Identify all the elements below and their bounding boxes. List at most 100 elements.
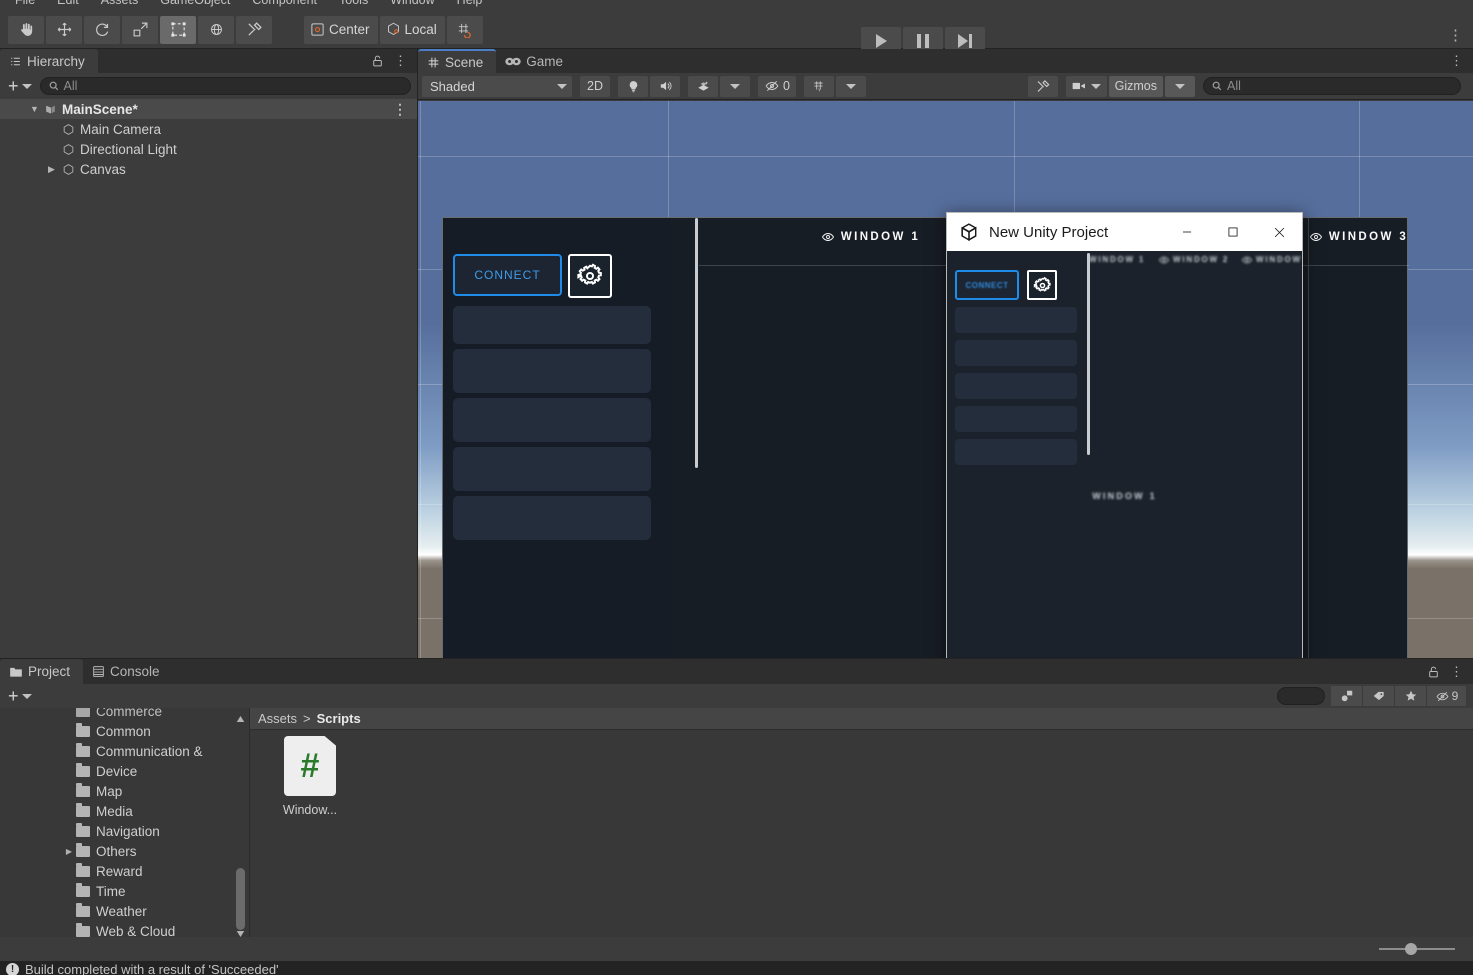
folder-item-device[interactable]: Device bbox=[0, 761, 249, 781]
slider-knob[interactable] bbox=[1405, 943, 1417, 955]
toggle-lighting-button[interactable] bbox=[618, 75, 648, 97]
chevron-right-icon[interactable]: ▶ bbox=[62, 847, 76, 856]
scene-overflow-menu[interactable]: ⋮ bbox=[1450, 54, 1463, 67]
camera-settings-button[interactable] bbox=[1065, 75, 1107, 97]
hand-tool-button[interactable] bbox=[8, 15, 44, 44]
scroll-down-arrow[interactable] bbox=[236, 925, 245, 937]
fx-dropdown-button[interactable] bbox=[720, 75, 750, 97]
hierarchy-item-main-camera[interactable]: Main Camera bbox=[0, 119, 417, 139]
tab-game[interactable]: Game bbox=[496, 49, 576, 73]
hierarchy-item-directional-light[interactable]: Directional Light bbox=[0, 139, 417, 159]
status-bar[interactable]: ! Build completed with a result of 'Succ… bbox=[0, 961, 1473, 975]
scene-visibility-button[interactable]: 0 bbox=[758, 75, 796, 97]
folder-item-time[interactable]: Time bbox=[0, 881, 249, 901]
folder-item-web-cloud[interactable]: Web & Cloud bbox=[0, 921, 249, 937]
folder-item-media[interactable]: Media bbox=[0, 801, 249, 821]
toggle-fx-button[interactable] bbox=[688, 75, 718, 97]
folder-item-commerce[interactable]: Commerce bbox=[0, 708, 249, 721]
hierarchy-overflow-menu[interactable]: ⋮ bbox=[394, 54, 407, 67]
prefab-filter-button[interactable] bbox=[1331, 686, 1363, 706]
window-resize-handle[interactable] bbox=[1087, 253, 1090, 455]
list-item[interactable] bbox=[453, 349, 651, 393]
menu-item-window[interactable]: Window bbox=[379, 0, 445, 11]
window-titlebar[interactable]: New Unity Project bbox=[947, 213, 1302, 251]
scene-tools-button[interactable] bbox=[1027, 75, 1058, 97]
custom-tool-button[interactable] bbox=[236, 15, 272, 44]
transform-tool-button[interactable] bbox=[198, 15, 234, 44]
list-item[interactable] bbox=[955, 373, 1077, 399]
asset-item-window-script[interactable]: # Window... bbox=[270, 736, 350, 817]
tab-console[interactable]: Console bbox=[83, 659, 173, 684]
list-item[interactable] bbox=[955, 439, 1077, 465]
space-mode-button[interactable]: Local bbox=[379, 15, 445, 44]
list-item[interactable] bbox=[453, 306, 651, 344]
chevron-down-icon[interactable]: ▼ bbox=[30, 104, 44, 114]
window-minimize-button[interactable] bbox=[1164, 213, 1210, 251]
pivot-mode-button[interactable]: Center bbox=[304, 15, 378, 44]
player-build-window[interactable]: New Unity Project CONNECT WINDOW 1 WINDO… bbox=[946, 212, 1303, 716]
lock-icon[interactable] bbox=[1427, 665, 1440, 679]
window-maximize-button[interactable] bbox=[1210, 213, 1256, 251]
rect-tool-button[interactable] bbox=[160, 15, 196, 44]
rotate-tool-button[interactable] bbox=[84, 15, 120, 44]
hierarchy-add-button[interactable]: + bbox=[6, 76, 34, 97]
panel-resize-handle[interactable] bbox=[695, 218, 698, 468]
hierarchy-item-canvas[interactable]: ▶ Canvas bbox=[0, 159, 417, 179]
menu-item-component[interactable]: Component bbox=[241, 0, 328, 11]
folder-item-reward[interactable]: Reward bbox=[0, 861, 249, 881]
breadcrumb-assets[interactable]: Assets bbox=[258, 711, 297, 726]
gizmos-button[interactable]: Gizmos bbox=[1108, 75, 1163, 97]
list-item[interactable] bbox=[955, 406, 1077, 432]
favorites-filter-button[interactable] bbox=[1395, 686, 1427, 706]
hierarchy-item-mainscene[interactable]: ▼ MainScene* ⋮ bbox=[0, 99, 417, 119]
hidden-assets-button[interactable]: 9 bbox=[1427, 686, 1467, 706]
scene-search-input[interactable]: All bbox=[1203, 77, 1461, 95]
project-asset-grid[interactable]: Assets > Scripts # Window... bbox=[250, 708, 1473, 937]
list-item[interactable] bbox=[453, 398, 651, 442]
folder-item-others[interactable]: ▶ Others bbox=[0, 841, 249, 861]
window-connect-button[interactable]: CONNECT bbox=[955, 270, 1019, 300]
settings-button[interactable] bbox=[568, 254, 612, 298]
grid-axis-button[interactable]: Y bbox=[803, 75, 834, 97]
scroll-up-arrow[interactable] bbox=[236, 710, 245, 722]
window-settings-button[interactable] bbox=[1027, 270, 1057, 300]
folder-item-weather[interactable]: Weather bbox=[0, 901, 249, 921]
folder-item-navigation[interactable]: Navigation bbox=[0, 821, 249, 841]
connect-button[interactable]: CONNECT bbox=[453, 254, 562, 296]
project-overflow-menu[interactable]: ⋮ bbox=[1450, 665, 1463, 678]
grid-dropdown-button[interactable] bbox=[835, 75, 866, 97]
breadcrumb-scripts[interactable]: Scripts bbox=[317, 711, 361, 726]
chevron-right-icon[interactable]: ▶ bbox=[48, 164, 62, 175]
project-tree-scrollbar[interactable] bbox=[235, 708, 246, 937]
menu-item-file[interactable]: File bbox=[4, 0, 46, 11]
list-item[interactable] bbox=[453, 447, 651, 491]
window-close-button[interactable] bbox=[1256, 213, 1302, 251]
tab-project[interactable]: Project bbox=[0, 659, 84, 684]
menu-item-assets[interactable]: Assets bbox=[90, 0, 150, 11]
list-item[interactable] bbox=[955, 307, 1077, 333]
move-tool-button[interactable] bbox=[46, 15, 82, 44]
project-add-button[interactable]: + bbox=[6, 686, 34, 707]
folder-item-map[interactable]: Map bbox=[0, 781, 249, 801]
hierarchy-row-menu[interactable]: ⋮ bbox=[393, 102, 417, 116]
label-filter-button[interactable] bbox=[1363, 686, 1395, 706]
hierarchy-search-input[interactable]: All bbox=[39, 77, 411, 95]
gizmos-dropdown-button[interactable] bbox=[1165, 75, 1195, 97]
menu-item-gameobject[interactable]: GameObject bbox=[149, 0, 241, 11]
folder-item-communication[interactable]: Communication & bbox=[0, 741, 249, 761]
project-search-input[interactable] bbox=[1277, 687, 1325, 705]
menu-item-tools[interactable]: Tools bbox=[328, 0, 379, 11]
list-item[interactable] bbox=[955, 340, 1077, 366]
toggle-2d-button[interactable]: 2D bbox=[580, 75, 610, 97]
scrollbar-thumb[interactable] bbox=[236, 868, 245, 930]
tab-scene[interactable]: Scene bbox=[418, 49, 497, 73]
list-item[interactable] bbox=[453, 496, 651, 540]
lock-icon[interactable] bbox=[371, 54, 384, 68]
menu-item-help[interactable]: Help bbox=[446, 0, 494, 11]
draw-mode-dropdown[interactable]: Shaded bbox=[422, 75, 572, 97]
scale-tool-button[interactable] bbox=[122, 15, 158, 44]
tab-hierarchy[interactable]: Hierarchy bbox=[0, 49, 98, 73]
grid-snap-button[interactable] bbox=[446, 15, 483, 44]
toggle-audio-button[interactable] bbox=[650, 75, 680, 97]
asset-zoom-slider[interactable] bbox=[1367, 941, 1467, 957]
